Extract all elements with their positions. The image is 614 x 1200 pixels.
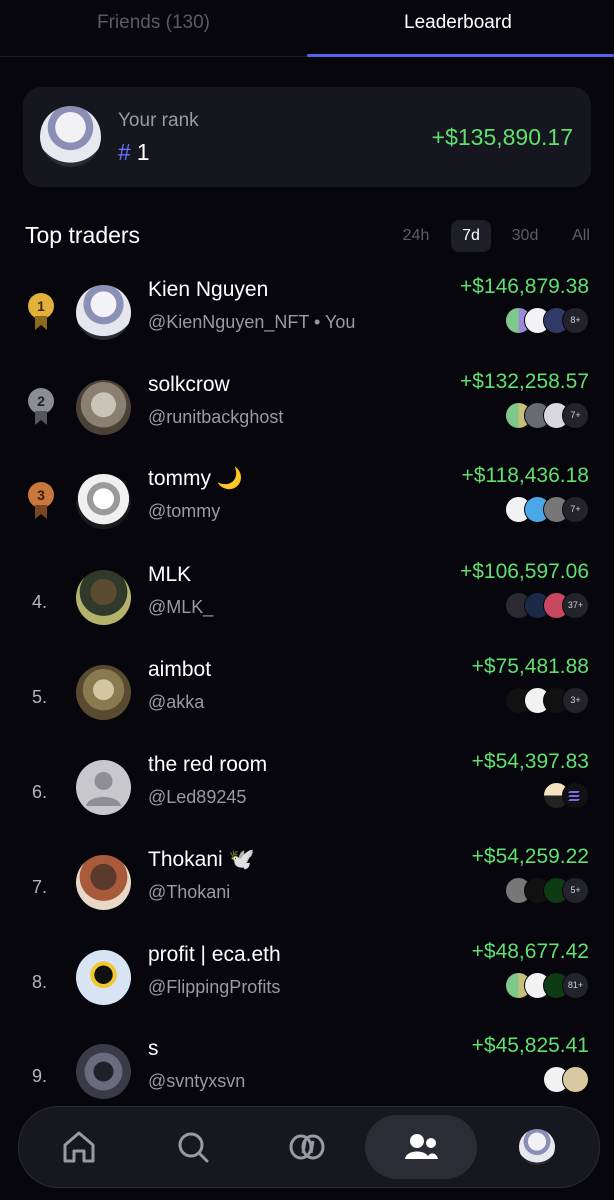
- more-tokens-badge: 5+: [562, 877, 589, 904]
- nav-swap[interactable]: [275, 1115, 339, 1179]
- tab-leaderboard[interactable]: Leaderboard: [404, 12, 512, 34]
- nav-friends[interactable]: [365, 1115, 477, 1179]
- trader-name[interactable]: solkcrow: [148, 373, 230, 397]
- token-stack[interactable]: 7+: [505, 402, 589, 430]
- trader-pnl: +$54,259.22: [471, 845, 589, 868]
- your-rank-card[interactable]: Your rank #1 +$135,890.17: [23, 87, 591, 187]
- trader-row[interactable]: 3 tommy 🌙 @tommy +$118,436.18 7+: [0, 464, 614, 569]
- trader-name[interactable]: Kien Nguyen: [148, 278, 268, 302]
- your-rank-pnl: +$135,890.17: [431, 124, 573, 150]
- token-stack[interactable]: 3+: [505, 687, 589, 715]
- avatar[interactable]: [76, 855, 131, 910]
- more-tokens-badge: 8+: [562, 307, 589, 334]
- trader-row[interactable]: 7. Thokani 🕊️ @Thokani +$54,259.22 5+: [0, 845, 614, 950]
- avatar[interactable]: [76, 950, 131, 1005]
- trader-row[interactable]: 5. aimbot @akka +$75,481.88 3+: [0, 655, 614, 760]
- trader-handle: @KienNguyen_NFT • You: [148, 312, 356, 332]
- friends-icon: [405, 1134, 438, 1159]
- search-icon: [178, 1132, 209, 1163]
- trader-handle: @FlippingProfits: [148, 977, 281, 997]
- nav-search[interactable]: [161, 1115, 225, 1179]
- nav-profile[interactable]: [505, 1115, 569, 1179]
- tab-friends[interactable]: Friends (130): [97, 12, 210, 34]
- trader-handle: @Thokani: [148, 882, 231, 902]
- avatar[interactable]: [76, 665, 131, 720]
- trader-pnl: +$54,397.83: [471, 750, 589, 773]
- trader-pnl: +$48,677.42: [471, 940, 589, 963]
- token-stack[interactable]: [543, 1066, 589, 1094]
- filter-7d[interactable]: 7d: [451, 220, 491, 252]
- trader-handle: @runitbackghost: [148, 407, 284, 427]
- more-tokens-badge: 81+: [562, 972, 589, 999]
- filter-30d[interactable]: 30d: [501, 220, 549, 252]
- token-stack[interactable]: 81+: [505, 972, 589, 1000]
- bronze-medal-icon: 3: [28, 482, 54, 522]
- token-stack[interactable]: 5+: [505, 877, 589, 905]
- filter-all[interactable]: All: [561, 220, 601, 252]
- silver-medal-icon: 2: [28, 388, 54, 428]
- rank-number: 4.: [32, 592, 48, 612]
- rank-number: 8.: [32, 972, 48, 992]
- trader-pnl: +$75,481.88: [471, 655, 589, 678]
- your-rank-label: Your rank: [118, 110, 199, 131]
- swap-icon: [289, 1134, 325, 1160]
- tab-bar: Friends (130) Leaderboard: [0, 0, 614, 57]
- trader-pnl: +$132,258.57: [459, 370, 589, 393]
- trader-name[interactable]: profit | eca.eth: [148, 943, 281, 967]
- rank-value: 1: [136, 139, 150, 165]
- trader-name[interactable]: MLK: [148, 563, 191, 587]
- trader-row[interactable]: 8. profit | eca.eth @FlippingProfits +$4…: [0, 940, 614, 1045]
- trader-row[interactable]: 1 Kien Nguyen @KienNguyen_NFT • You +$14…: [0, 275, 614, 380]
- trader-row[interactable]: 4. MLK @MLK_ +$106,597.06 37+: [0, 560, 614, 665]
- trader-name[interactable]: Thokani 🕊️: [148, 848, 255, 872]
- trader-handle: @Led89245: [148, 787, 247, 807]
- token-stack[interactable]: [543, 782, 589, 810]
- token-icon: [562, 782, 589, 809]
- trader-row[interactable]: 2 solkcrow @runitbackghost +$132,258.57 …: [0, 370, 614, 475]
- rank-number: 9.: [32, 1066, 48, 1086]
- gold-medal-icon: 1: [28, 293, 54, 333]
- avatar[interactable]: [76, 570, 131, 625]
- more-tokens-badge: 7+: [562, 496, 589, 523]
- section-title-top-traders: Top traders: [25, 222, 141, 248]
- trader-name[interactable]: aimbot: [148, 658, 211, 682]
- active-tab-indicator: [307, 54, 614, 57]
- your-rank-number: #1: [118, 139, 150, 166]
- trader-name[interactable]: tommy 🌙: [148, 467, 243, 491]
- token-stack[interactable]: 7+: [505, 496, 589, 524]
- rank-hash: #: [118, 139, 131, 165]
- trader-handle: @akka: [148, 692, 205, 712]
- trader-row[interactable]: 6. the red room @Led89245 +$54,397.83: [0, 750, 614, 855]
- rank-number: 6.: [32, 782, 48, 802]
- bottom-nav: [18, 1106, 600, 1188]
- more-tokens-badge: 3+: [562, 687, 589, 714]
- trader-name[interactable]: s: [148, 1037, 159, 1061]
- more-tokens-badge: 7+: [562, 402, 589, 429]
- trader-pnl: +$45,825.41: [471, 1034, 589, 1057]
- trader-pnl: +$118,436.18: [461, 464, 590, 487]
- home-icon: [63, 1131, 95, 1163]
- avatar[interactable]: [76, 760, 131, 815]
- token-stack[interactable]: 8+: [505, 307, 589, 335]
- avatar: [40, 106, 101, 167]
- avatar[interactable]: [76, 285, 131, 340]
- rank-number: 5.: [32, 687, 48, 707]
- trader-handle: @tommy: [148, 501, 221, 521]
- avatar[interactable]: [76, 380, 131, 435]
- trader-name[interactable]: the red room: [148, 753, 267, 777]
- time-filter-group: 24h 7d 30d All: [393, 220, 603, 252]
- token-icon: [562, 1066, 589, 1093]
- more-tokens-badge: 37+: [562, 592, 589, 619]
- trader-handle: @svntyxsvn: [148, 1071, 246, 1091]
- trader-pnl: +$146,879.38: [459, 275, 589, 298]
- avatar: [519, 1129, 555, 1165]
- nav-home[interactable]: [47, 1115, 111, 1179]
- token-stack[interactable]: 37+: [505, 592, 589, 620]
- trader-handle: @MLK_: [148, 597, 214, 617]
- rank-number: 7.: [32, 877, 48, 897]
- trader-pnl: +$106,597.06: [459, 560, 589, 583]
- filter-24h[interactable]: 24h: [393, 220, 439, 252]
- avatar[interactable]: [76, 1044, 131, 1099]
- avatar[interactable]: [76, 474, 131, 529]
